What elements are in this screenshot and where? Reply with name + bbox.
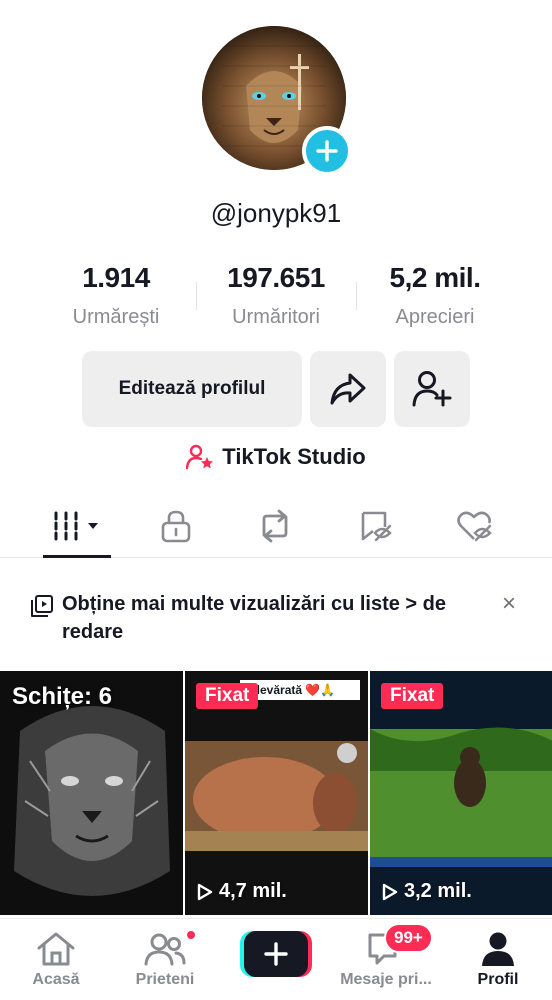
drafts-count-label: Schițe: 6: [12, 683, 113, 710]
tab-favorites[interactable]: [341, 504, 411, 548]
friends-notification-dot: [185, 929, 197, 941]
nav-profile[interactable]: Profil: [448, 931, 548, 989]
add-story-button[interactable]: [302, 126, 352, 176]
tab-reposts[interactable]: [240, 504, 310, 548]
lock-icon: [161, 510, 191, 543]
stat-divider: [196, 282, 197, 310]
likes-count: 5,2 mil.: [389, 262, 481, 293]
profile-person-icon: [482, 932, 514, 966]
likes-stat[interactable]: 5,2 mil. Aprecieri: [374, 262, 496, 329]
playlist-promo-banner[interactable]: Obține mai multe vizualizări cu liste > …: [28, 588, 528, 648]
profile-actions: Editează profilul: [0, 351, 552, 427]
videos-grid-icon: [54, 511, 98, 541]
view-count-text: 4,7 mil.: [219, 880, 287, 902]
video-tile[interactable]: adevărată ❤️🙏 Fixat 4,7 mil.: [185, 671, 368, 915]
nav-profile-label: Profil: [477, 971, 519, 988]
close-banner-button[interactable]: ×: [502, 590, 516, 618]
play-icon: [197, 883, 213, 900]
nav-friends[interactable]: Prieteni: [115, 929, 215, 989]
studio-person-star-icon: [186, 444, 214, 470]
repost-icon: [262, 509, 288, 543]
tab-liked[interactable]: [440, 504, 510, 548]
plus-icon: [316, 140, 338, 162]
play-icon: [382, 883, 398, 900]
following-label: Urmărești: [72, 306, 160, 328]
video-grid: Schițe: 6 adevărată ❤️🙏 Fixat 4,7 mil. F…: [0, 671, 552, 921]
nav-inbox-label: Mesaje pri...: [340, 971, 432, 988]
create-button-face: [244, 931, 308, 977]
followers-count: 197.651: [227, 262, 325, 293]
profile-stats: 1.914 Urmărești 197.651 Urmăritori 5,2 m…: [0, 262, 552, 332]
share-arrow-icon: [330, 373, 366, 405]
banner-text: Obține mai multe vizualizări cu liste > …: [62, 593, 447, 643]
tiktok-studio-link[interactable]: TikTok Studio: [0, 444, 552, 470]
following-count: 1.914: [82, 262, 150, 293]
username: @jonypk91: [210, 198, 342, 228]
add-user-icon: [412, 371, 452, 407]
stat-divider: [356, 282, 357, 310]
plus-icon: [264, 942, 288, 966]
profile-avatar-container[interactable]: [202, 26, 352, 176]
tab-videos[interactable]: [43, 504, 113, 548]
view-count: 3,2 mil.: [382, 880, 472, 903]
video-tile[interactable]: Fixat 3,2 mil.: [370, 671, 552, 915]
bottom-navigation: Acasă Prieteni 99+ Mesaje pri... Profil: [0, 918, 552, 1000]
messages-badge: 99+: [384, 923, 433, 953]
playlist-icon: [31, 595, 53, 617]
share-profile-button[interactable]: [310, 351, 386, 427]
active-tab-indicator: [43, 555, 111, 558]
drafts-tile[interactable]: Schițe: 6: [0, 671, 183, 915]
nav-home-label: Acasă: [32, 971, 80, 988]
create-button[interactable]: [240, 931, 312, 977]
view-count: 4,7 mil.: [197, 880, 287, 903]
followers-label: Urmăritori: [232, 306, 320, 328]
edit-profile-button[interactable]: Editează profilul: [82, 351, 302, 427]
liked-hidden-icon: [457, 511, 492, 542]
likes-label: Aprecieri: [395, 306, 475, 328]
favorites-hidden-icon: [361, 511, 392, 542]
friends-icon: [144, 933, 186, 966]
nav-inbox[interactable]: 99+ Mesaje pri...: [336, 923, 436, 989]
add-friends-button[interactable]: [394, 351, 470, 427]
home-icon: [37, 932, 75, 966]
view-count-text: 3,2 mil.: [404, 880, 472, 902]
followers-stat[interactable]: 197.651 Urmăritori: [212, 262, 340, 329]
following-stat[interactable]: 1.914 Urmărești: [56, 262, 176, 329]
nav-friends-label: Prieteni: [135, 971, 195, 988]
nav-home[interactable]: Acasă: [6, 931, 106, 989]
profile-tabs: [0, 498, 552, 558]
pinned-badge: Fixat: [196, 683, 259, 709]
tab-private[interactable]: [141, 504, 211, 548]
pinned-badge: Fixat: [381, 683, 444, 709]
studio-label: TikTok Studio: [222, 444, 366, 469]
